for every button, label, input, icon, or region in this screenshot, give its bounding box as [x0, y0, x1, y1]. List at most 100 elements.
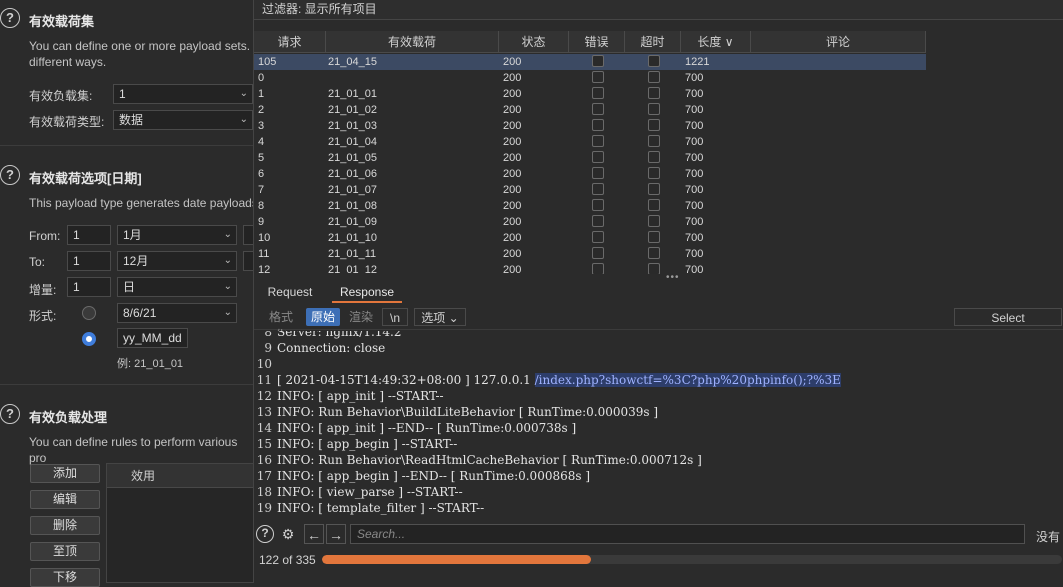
tab-request[interactable]: Request	[260, 281, 320, 303]
line-number: 19	[256, 501, 272, 515]
remove-rule-button[interactable]: 删除	[30, 516, 100, 535]
from-day-input[interactable]: 1	[67, 225, 111, 245]
step-input[interactable]: 1	[67, 277, 111, 297]
table-row[interactable]: 105 21_04_15 200 1221	[254, 54, 926, 70]
filter-bar[interactable]: 过滤器: 显示所有项目	[254, 0, 1063, 20]
table-row[interactable]: 12 21_01_12 200 700	[254, 262, 926, 274]
col-timeout[interactable]: 超时	[625, 31, 681, 53]
gear-icon[interactable]: ⚙	[278, 524, 298, 544]
col-status[interactable]: 状态	[499, 31, 569, 53]
error-checkbox[interactable]	[592, 231, 604, 243]
to-day-input[interactable]: 1	[67, 251, 111, 271]
table-row[interactable]: 7 21_01_07 200 700	[254, 182, 926, 198]
edit-rule-button[interactable]: 编辑	[30, 490, 100, 509]
col-comment[interactable]: 评论	[751, 31, 926, 53]
table-row[interactable]: 1 21_01_01 200 700	[254, 86, 926, 102]
format-custom-input[interactable]: yy_MM_dd	[117, 328, 188, 348]
to-month-select[interactable]: 12月 ⌄	[117, 251, 237, 271]
search-input[interactable]: Search...	[350, 524, 1025, 544]
cell-payload: 21_01_07	[328, 184, 377, 196]
cell-status: 200	[503, 152, 522, 164]
response-editor[interactable]: 8 Server: nginx/1.14.2 9 Connection: close 1…	[254, 331, 1063, 521]
arrow-left-icon[interactable]: ←	[304, 524, 324, 544]
timeout-checkbox[interactable]	[648, 87, 660, 99]
help-icon[interactable]: ?	[0, 8, 20, 28]
table-row[interactable]: 5 21_01_05 200 700	[254, 150, 926, 166]
timeout-checkbox[interactable]	[648, 151, 660, 163]
error-checkbox[interactable]	[592, 119, 604, 131]
arrow-right-icon[interactable]: →	[326, 524, 346, 544]
error-checkbox[interactable]	[592, 263, 604, 274]
cell-payload: 21_01_05	[328, 152, 377, 164]
table-row[interactable]: 9 21_01_09 200 700	[254, 214, 926, 230]
error-checkbox[interactable]	[592, 183, 604, 195]
attack-results-window: 过滤器: 显示所有项目 请求 有效载荷 状态 错误 超时 长度 ∨ 评论 105…	[253, 0, 1063, 583]
help-icon[interactable]: ?	[256, 525, 274, 543]
timeout-checkbox[interactable]	[648, 183, 660, 195]
table-row[interactable]: 3 21_01_03 200 700	[254, 118, 926, 134]
timeout-checkbox[interactable]	[648, 263, 660, 274]
error-checkbox[interactable]	[592, 167, 604, 179]
code-line: INFO: [ app_begin ] --END-- [ RunTime:0.…	[277, 469, 590, 483]
col-request[interactable]: 请求	[254, 31, 326, 53]
code-text: INFO: [ app_begin ] --START--	[277, 437, 458, 451]
step-unit-select[interactable]: 日 ⌄	[117, 277, 237, 297]
error-checkbox[interactable]	[592, 55, 604, 67]
format-preset-select[interactable]: 8/6/21 ⌄	[117, 303, 237, 323]
view-pretty-button[interactable]: 格式化	[260, 308, 302, 342]
add-rule-button[interactable]: 添加	[30, 464, 100, 483]
error-checkbox[interactable]	[592, 87, 604, 99]
format-preset-radio[interactable]	[82, 306, 96, 320]
table-row[interactable]: 8 21_01_08 200 700	[254, 198, 926, 214]
col-payload[interactable]: 有效载荷	[326, 31, 499, 53]
timeout-checkbox[interactable]	[648, 167, 660, 179]
table-row[interactable]: 0 200 700	[254, 70, 926, 86]
timeout-checkbox[interactable]	[648, 119, 660, 131]
payload-set-select[interactable]: 1 ⌄	[113, 84, 253, 104]
move-down-button[interactable]: 下移	[30, 568, 100, 587]
timeout-checkbox[interactable]	[648, 247, 660, 259]
payload-type-label: 有效载荷类型:	[29, 115, 105, 129]
view-render-button[interactable]: 渲染	[344, 308, 378, 326]
timeout-checkbox[interactable]	[648, 103, 660, 115]
error-checkbox[interactable]	[592, 215, 604, 227]
error-checkbox[interactable]	[592, 247, 604, 259]
code-line: INFO: Run Behavior\ReadHtmlCacheBehavior…	[277, 453, 702, 467]
timeout-checkbox[interactable]	[648, 55, 660, 67]
cell-status: 200	[503, 200, 522, 212]
move-top-button[interactable]: 至顶	[30, 542, 100, 561]
cell-status: 200	[503, 88, 522, 100]
format-example: 例: 21_01_01	[117, 358, 184, 370]
tab-response[interactable]: Response	[332, 281, 402, 303]
help-icon[interactable]: ?	[0, 165, 20, 185]
timeout-checkbox[interactable]	[648, 199, 660, 211]
timeout-checkbox[interactable]	[648, 231, 660, 243]
options-dropdown[interactable]: 选项 ⌄	[414, 308, 466, 326]
table-row[interactable]: 4 21_01_04 200 700	[254, 134, 926, 150]
table-row[interactable]: 10 21_01_10 200 700	[254, 230, 926, 246]
col-length[interactable]: 长度 ∨	[681, 31, 751, 53]
timeout-checkbox[interactable]	[648, 135, 660, 147]
error-checkbox[interactable]	[592, 71, 604, 83]
code-line: Server: nginx/1.14.2	[277, 331, 402, 339]
format-custom-radio[interactable]	[82, 332, 96, 346]
error-checkbox[interactable]	[592, 103, 604, 115]
timeout-checkbox[interactable]	[648, 215, 660, 227]
col-error[interactable]: 错误	[569, 31, 625, 53]
newline-toggle[interactable]: \n	[382, 308, 408, 326]
progress-label: 122 of 335	[259, 553, 316, 567]
chevron-down-icon: ⌄	[223, 307, 232, 318]
timeout-checkbox[interactable]	[648, 71, 660, 83]
error-checkbox[interactable]	[592, 151, 604, 163]
payload-sets-desc-2: different ways.	[29, 55, 107, 69]
error-checkbox[interactable]	[592, 135, 604, 147]
error-checkbox[interactable]	[592, 199, 604, 211]
table-row[interactable]: 6 21_01_06 200 700	[254, 166, 926, 182]
view-raw-button[interactable]: 原始	[306, 308, 340, 326]
payload-type-select[interactable]: 数据 ⌄	[113, 110, 253, 130]
help-icon[interactable]: ?	[0, 404, 20, 424]
table-row[interactable]: 2 21_01_02 200 700	[254, 102, 926, 118]
select-extension-button[interactable]: Select extension...	[954, 308, 1062, 343]
table-row[interactable]: 11 21_01_11 200 700	[254, 246, 926, 262]
from-month-select[interactable]: 1月 ⌄	[117, 225, 237, 245]
